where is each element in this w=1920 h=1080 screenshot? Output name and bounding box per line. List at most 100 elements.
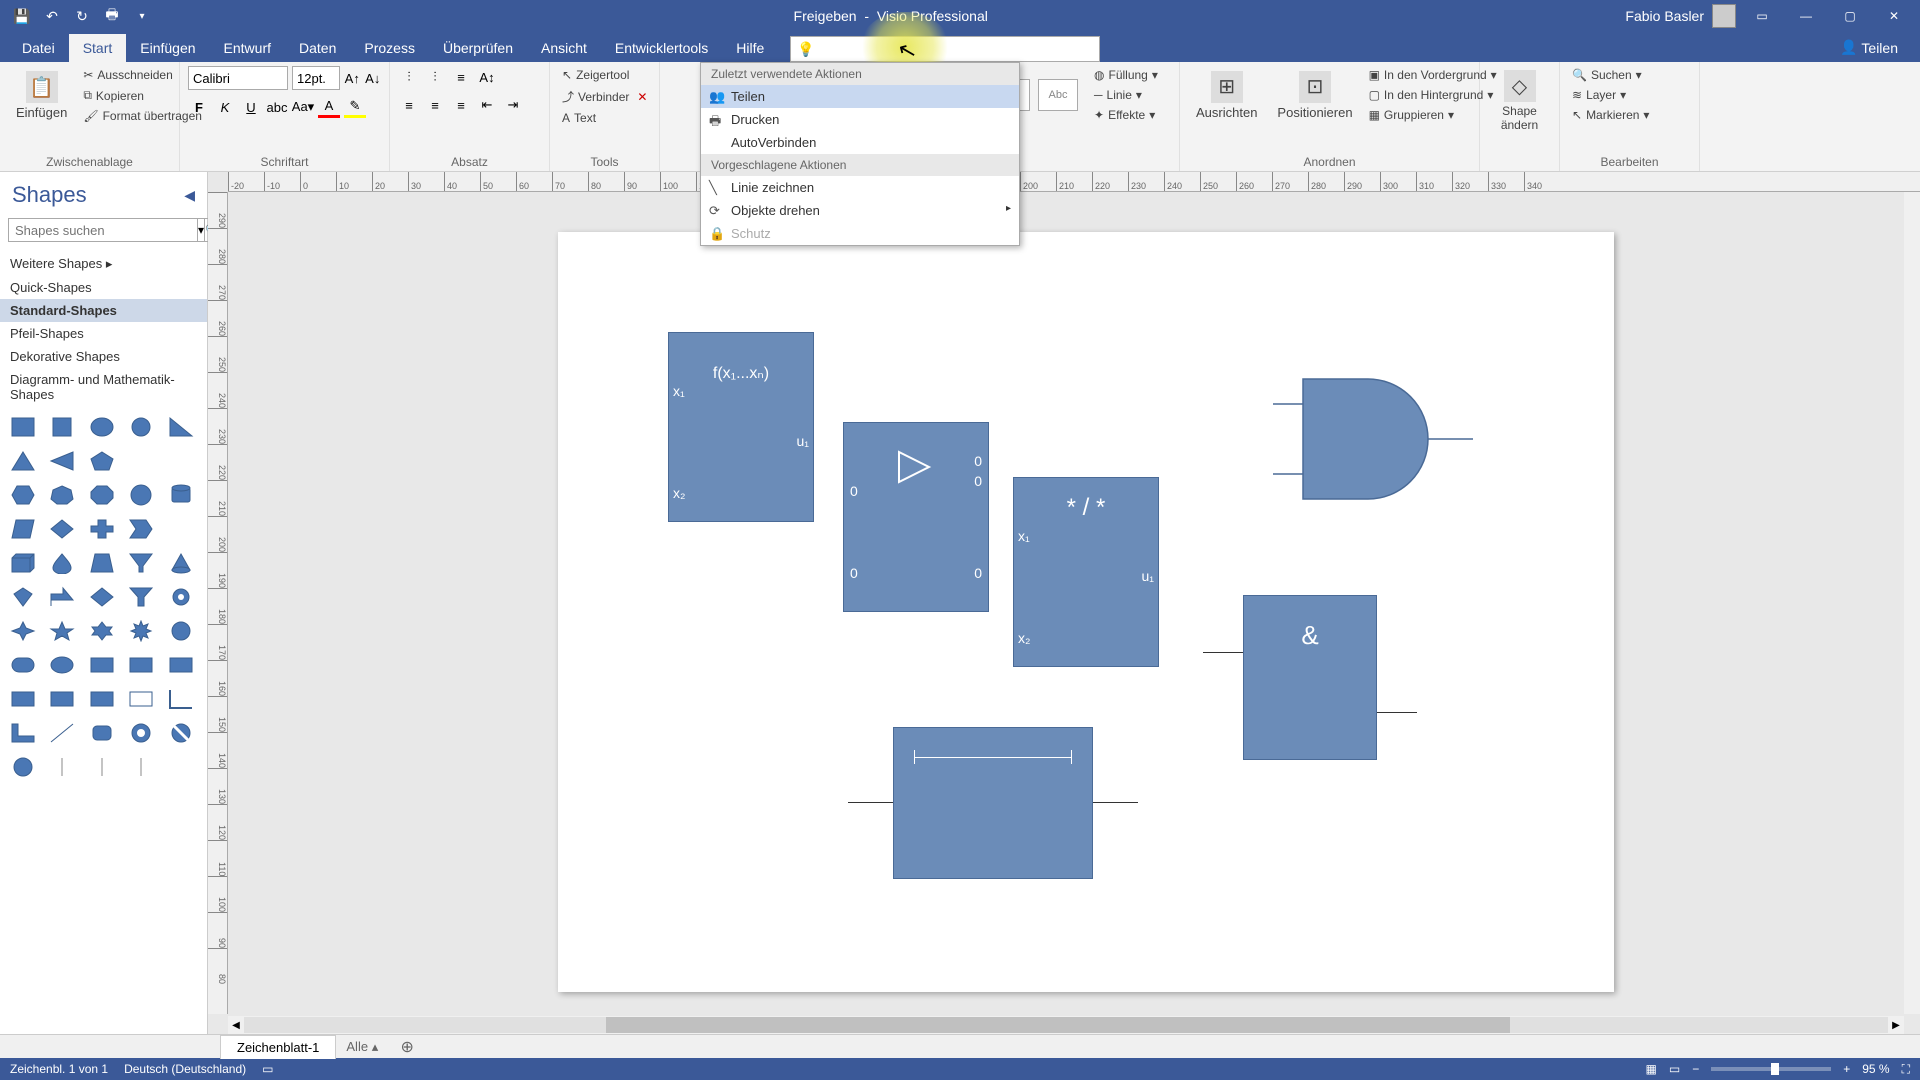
font-name-select[interactable] [188,66,288,90]
cat-standard-shapes[interactable]: Standard-Shapes [0,299,207,322]
shape-bevel1[interactable] [8,686,38,712]
close-button[interactable]: ✕ [1876,2,1912,30]
collapse-icon[interactable]: ◀ [184,187,195,204]
scroll-right-icon[interactable]: ▶ [1888,1017,1904,1033]
zoom-value[interactable]: 95 % [1862,1062,1889,1076]
shapes-search-dropdown[interactable]: ▾ [198,218,205,242]
decrease-font-button[interactable]: A↓ [365,67,382,89]
dd-item-teilen[interactable]: 👥Teilen [701,85,1019,108]
shape-bevel3[interactable] [87,686,117,712]
layer-button[interactable]: ≋Layer ▾ [1568,86,1691,104]
text-tool-button[interactable]: AText [558,109,651,127]
cat-dekorative-shapes[interactable]: Dekorative Shapes [0,345,207,368]
connector-tool-button[interactable]: ⤴Verbinder✕ [558,86,651,107]
user-avatar[interactable] [1712,4,1736,28]
tell-me-search[interactable]: 💡 [790,36,1100,62]
dd-item-drehen[interactable]: ⟳Objekte drehen▸ [701,199,1019,222]
increase-font-button[interactable]: A↑ [344,67,361,89]
fill-button[interactable]: ◍Füllung ▾ [1090,66,1162,84]
scrollbar-vertical[interactable] [1904,192,1920,1014]
shape-star5[interactable] [47,618,77,644]
shape-heptagon[interactable] [47,482,77,508]
fit-page-icon[interactable]: ⛶ [1902,1062,1910,1077]
shape-l[interactable] [8,720,38,746]
shape-star-block[interactable]: * / * x₁ x₂ u₁ [1013,477,1159,667]
tab-entwurf[interactable]: Entwurf [210,34,285,62]
case-button[interactable]: Aa▾ [292,96,314,118]
effects-button[interactable]: ✦Effekte ▾ [1090,106,1162,124]
sheet-add-button[interactable]: ⊕ [396,1036,418,1058]
shape-function-block[interactable]: f(x₁...xₙ) x₁ x₂ u₁ [668,332,814,522]
shape-rounded-sq[interactable] [87,720,117,746]
tab-prozess[interactable]: Prozess [350,34,429,62]
shape-cross[interactable] [87,516,117,542]
scroll-left-icon[interactable]: ◀ [228,1017,244,1033]
bullets-button[interactable]: ≡ [450,66,472,88]
scroll-h-thumb[interactable] [606,1017,1510,1033]
align-top-button[interactable]: ⫶ [398,66,420,88]
shape-right-triangle[interactable] [166,414,196,440]
position-button[interactable]: ⊡ Positionieren [1269,67,1360,124]
view-normal-icon[interactable]: ▭ [1669,1062,1680,1076]
shape-rectangle[interactable] [8,414,38,440]
bold-button[interactable]: F [188,96,210,118]
shape-diamond[interactable] [47,516,77,542]
tab-hilfe[interactable]: Hilfe [722,34,778,62]
shape-drop[interactable] [47,550,77,576]
cat-pfeil-shapes[interactable]: Pfeil-Shapes [0,322,207,345]
tab-einfuegen[interactable]: Einfügen [126,34,209,62]
change-shape-button[interactable]: ◇ Shape ändern [1488,66,1551,136]
decrease-indent-button[interactable]: ⇤ [476,94,498,116]
shape-ellipse[interactable] [87,414,117,440]
zoom-slider[interactable] [1711,1067,1831,1071]
shape-cone[interactable] [166,550,196,576]
shape-no[interactable] [166,720,196,746]
shape-rect2[interactable] [87,652,117,678]
shape-ring[interactable] [126,720,156,746]
shape-diamond2[interactable] [87,584,117,610]
share-button[interactable]: 👤 Teilen [1830,33,1908,62]
shape-star8[interactable] [126,618,156,644]
shape-can[interactable] [166,482,196,508]
shape-chevron[interactable] [126,516,156,542]
italic-button[interactable]: K [214,96,236,118]
cat-quick-shapes[interactable]: Quick-Shapes [0,276,207,299]
shape-filter[interactable] [126,584,156,610]
shape-rect3[interactable] [126,652,156,678]
sheet-all[interactable]: Alle ▴ [336,1035,388,1059]
tab-entwicklertools[interactable]: Entwicklertools [601,34,722,62]
paste-button[interactable]: 📋 Einfügen [8,67,75,124]
macro-record-icon[interactable]: ▭ [262,1062,273,1076]
view-presentation-icon[interactable]: ▦ [1646,1062,1657,1076]
status-language[interactable]: Deutsch (Deutschland) [124,1062,246,1076]
search-button[interactable]: 🔍Suchen ▾ [1568,66,1691,84]
shape-star4[interactable] [8,618,38,644]
shape-decagon[interactable] [126,482,156,508]
redo-button[interactable]: ↻ [68,2,96,30]
save-button[interactable]: 💾 [8,2,36,30]
shape-ellipse2[interactable] [47,652,77,678]
shapes-search-input[interactable] [8,218,198,242]
dd-item-autoverbinden[interactable]: AutoVerbinden [701,131,1019,154]
tab-daten[interactable]: Daten [285,34,350,62]
font-color-button[interactable]: A [318,96,340,118]
shape-hexagon[interactable] [8,482,38,508]
select-button[interactable]: ↖Markieren ▾ [1568,106,1691,124]
shape-circle2[interactable] [8,754,38,780]
pointer-tool-button[interactable]: ↖Zeigertool [558,66,651,84]
shape-line2[interactable] [87,754,117,780]
text-direction-button[interactable]: A↕ [476,66,498,88]
align-middle-button[interactable]: ⫶ [424,66,446,88]
qat-dropdown[interactable]: ▾ [128,2,156,30]
strikethrough-button[interactable]: abc [266,96,288,118]
shape-amp-block[interactable]: & [1243,595,1377,760]
scrollbar-horizontal[interactable]: ◀ ▶ [228,1016,1904,1034]
shape-triangle[interactable] [8,448,38,474]
shape-square[interactable] [47,414,77,440]
shape-arrow-rt[interactable] [47,584,77,610]
cat-diagramm-shapes[interactable]: Diagramm- und Mathematik-Shapes [0,368,207,406]
shape-octagon[interactable] [87,482,117,508]
minimize-button[interactable]: — [1788,2,1824,30]
shape-cube[interactable] [8,550,38,576]
shape-corner[interactable] [166,686,196,712]
